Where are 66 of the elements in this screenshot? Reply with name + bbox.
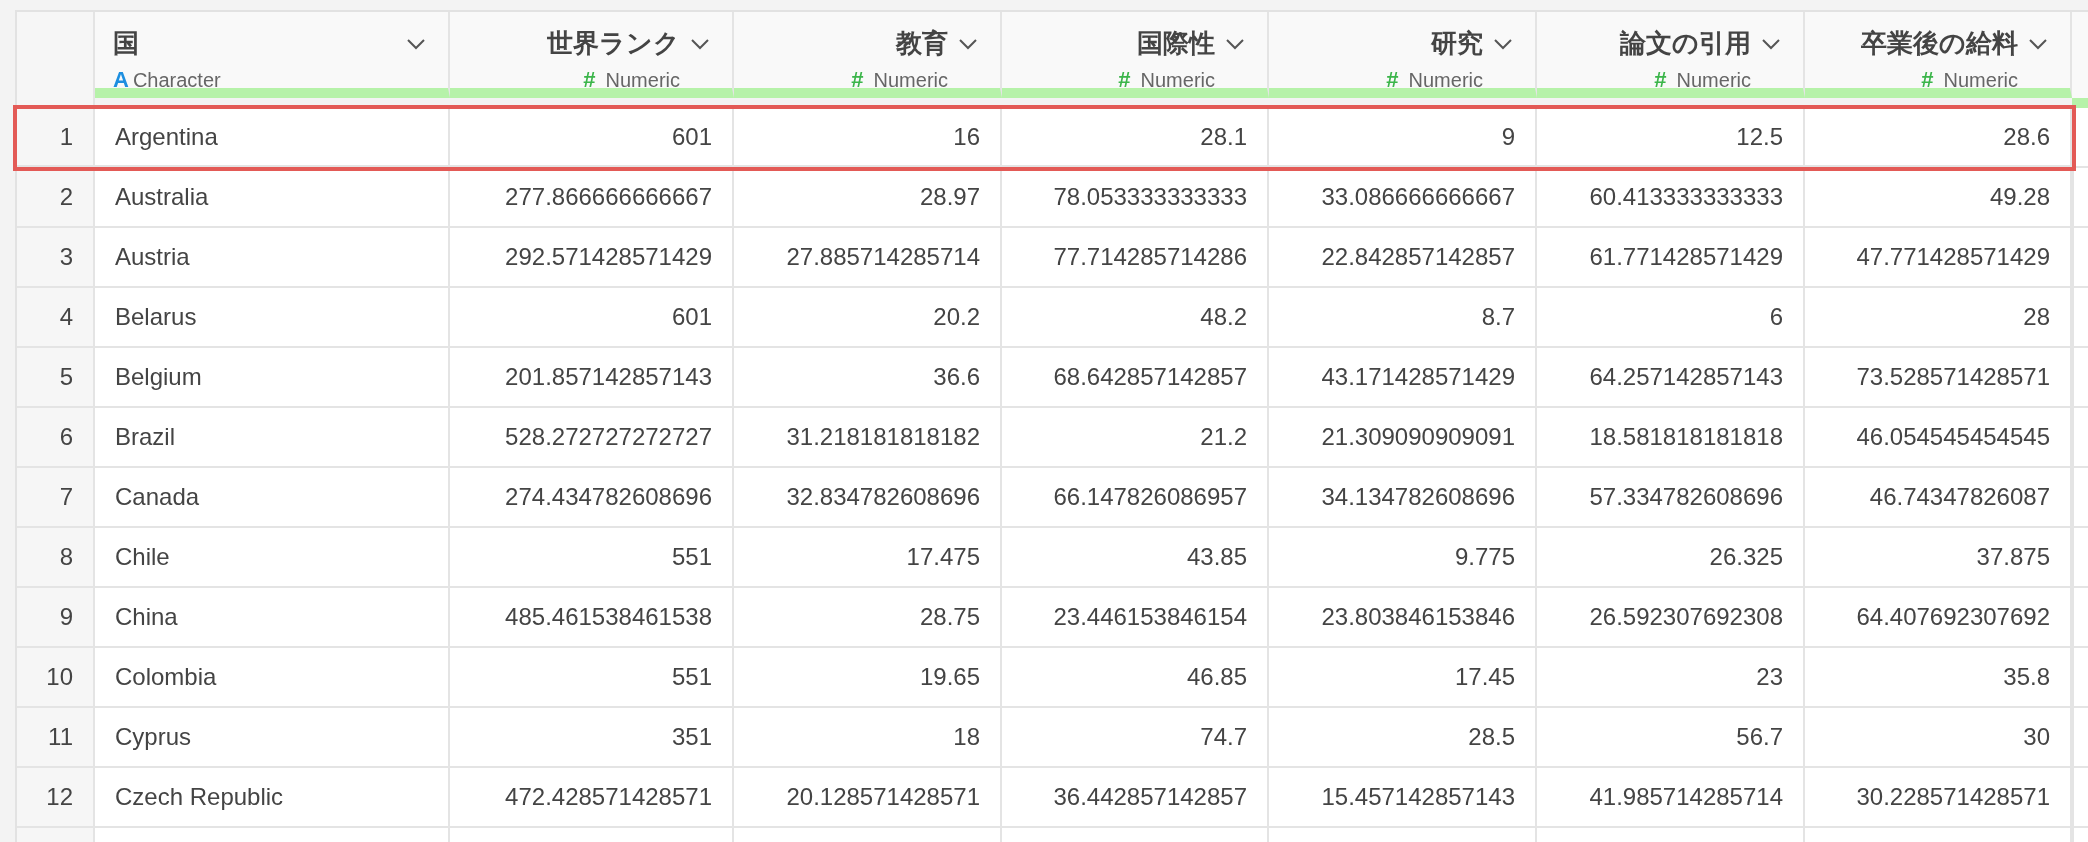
- row-number: 3: [17, 228, 95, 288]
- table-cell: 16: [734, 109, 1002, 167]
- table-row[interactable]: 7 Canada 274.434782608696 32.834782608696 66.147826086957 34.134782608696 57.334782608696 46.74347826087: [17, 468, 2072, 528]
- chevron-down-icon[interactable]: [2028, 37, 2048, 50]
- table-cell: 601: [450, 109, 734, 167]
- chevron-down-icon[interactable]: [406, 37, 426, 50]
- table-row[interactable]: 1 Argentina 601 16 28.1 9 12.5 28.6: [13, 105, 2076, 171]
- table-row[interactable]: 8 Chile 551 17.475 43.85 9.775 26.325 37.875: [17, 528, 2072, 588]
- column-type-label: Numeric: [1408, 68, 1483, 92]
- type-icon: #: [1921, 67, 1934, 93]
- column-type-label: Numeric: [1943, 68, 2018, 92]
- table-cell: 9: [1269, 109, 1537, 167]
- column-header[interactable]: 国 A Character: [95, 12, 450, 98]
- chevron-down-icon[interactable]: [690, 37, 710, 50]
- type-icon: #: [851, 67, 864, 93]
- column-header[interactable]: 世界ランク # Numeric: [450, 12, 734, 98]
- table-row[interactable]: 10 Colombia 551 19.65 46.85 17.45 23 35.8: [17, 648, 2072, 708]
- column-type-label: Numeric: [605, 68, 680, 92]
- column-title: 卒業後の給料: [1861, 27, 2018, 60]
- chevron-down-icon[interactable]: [1225, 37, 1245, 50]
- table-row[interactable]: 4 Belarus 601 20.2 48.2 8.7 6 28: [17, 288, 2072, 348]
- column-title: 教育: [896, 27, 948, 60]
- table-cell: 28.1: [1002, 109, 1269, 167]
- column-title: 研究: [1431, 27, 1483, 60]
- column-header[interactable]: 卒業後の給料 # Numeric: [1805, 12, 2072, 98]
- type-icon: #: [1654, 67, 1667, 93]
- table-cell: 28.6: [1805, 109, 2072, 167]
- table-cell: 12.5: [1537, 109, 1805, 167]
- chevron-down-icon[interactable]: [1493, 37, 1513, 50]
- column-type-label: Numeric: [1676, 68, 1751, 92]
- row-number: 2: [17, 168, 95, 228]
- table-row[interactable]: 3 Austria 292.571428571429 27.885714285714 77.714285714286 22.842857142857 61.771428571429 47.771428571429: [17, 228, 2072, 288]
- column-title: 世界ランク: [547, 27, 680, 60]
- chevron-down-icon[interactable]: [1761, 37, 1781, 50]
- table-row[interactable]: 11 Cyprus 351 18 74.7 28.5 56.7 30: [17, 708, 2072, 768]
- row-number: 5: [17, 348, 95, 408]
- column-type-label: Character: [132, 68, 221, 92]
- table-row[interactable]: 2 Australia 277.866666666667 28.97 78.053333333333 33.086666666667 60.413333333333 49.28: [17, 168, 2072, 228]
- row-number: 4: [17, 288, 95, 348]
- row-number: 11: [17, 708, 95, 768]
- row-number: 8: [17, 528, 95, 588]
- row-number: 1: [17, 109, 95, 167]
- type-icon: #: [583, 67, 596, 93]
- row-number: 6: [17, 408, 95, 468]
- column-type-label: Numeric: [873, 68, 948, 92]
- table-row[interactable]: 12 Czech Republic 472.428571428571 20.128571428571 36.442857142857 15.457142857143 41.985714285714 30.228571428571: [17, 768, 2072, 828]
- row-number: 7: [17, 468, 95, 528]
- column-header[interactable]: 論文の引用 # Numeric: [1537, 12, 1805, 98]
- column-type-label: Numeric: [1140, 68, 1215, 92]
- table-row[interactable]: 6 Brazil 528.272727272727 31.218181818182 21.2 21.309090909091 18.581818181818 46.054545454545: [17, 408, 2072, 468]
- column-header[interactable]: 国際性 # Numeric: [1002, 12, 1269, 98]
- column-header[interactable]: 教育 # Numeric: [734, 12, 1002, 98]
- type-icon: A: [113, 67, 129, 93]
- row-number: 12: [17, 768, 95, 828]
- table-row[interactable]: 9 China 485.461538461538 28.75 23.446153846154 23.803846153846 26.592307692308 64.407692307692: [17, 588, 2072, 648]
- column-title: 国: [113, 27, 139, 60]
- row-number: 10: [17, 648, 95, 708]
- chevron-down-icon[interactable]: [958, 37, 978, 50]
- table-cell: Argentina: [95, 109, 450, 167]
- column-title: 国際性: [1137, 27, 1215, 60]
- table-row[interactable]: 5 Belgium 201.857142857143 36.6 68.642857142857 43.171428571429 64.257142857143 73.528571428571: [17, 348, 2072, 408]
- column-title: 論文の引用: [1620, 27, 1751, 60]
- type-icon: #: [1386, 67, 1399, 93]
- type-icon: #: [1118, 67, 1131, 93]
- column-header[interactable]: 研究 # Numeric: [1269, 12, 1537, 98]
- row-number: 9: [17, 588, 95, 648]
